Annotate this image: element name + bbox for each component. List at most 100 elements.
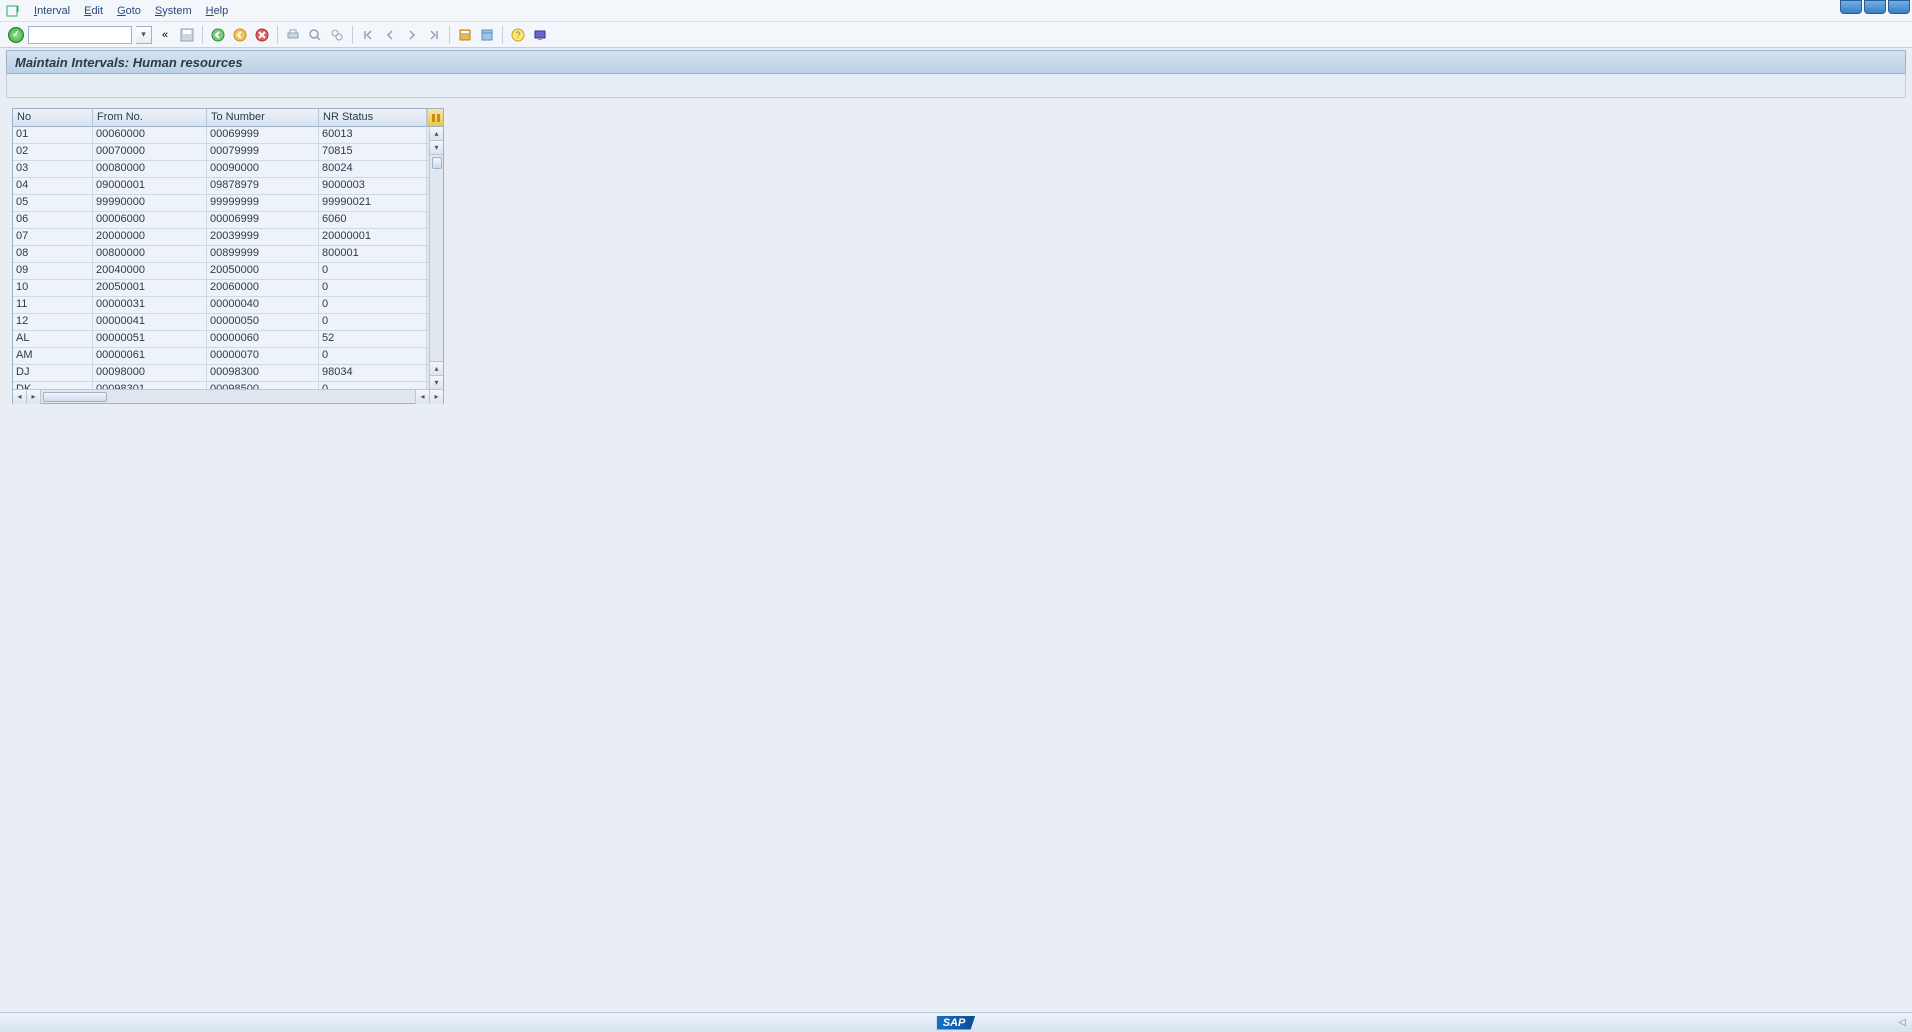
hscroll-right2-icon[interactable]: ▸	[429, 390, 443, 404]
hscroll-left2-icon[interactable]: ◂	[415, 390, 429, 404]
cell-from-no[interactable]: 00000041	[93, 314, 207, 330]
cell-from-no[interactable]: 00800000	[93, 246, 207, 262]
table-row[interactable]: 03000800000009000080024	[13, 161, 429, 178]
cell-to-number[interactable]: 20050000	[207, 263, 319, 279]
vertical-scrollbar[interactable]: ▴ ▾ ▴ ▾	[429, 127, 443, 389]
table-row[interactable]: 0920040000200500000	[13, 263, 429, 280]
table-row[interactable]: 01000600000006999960013	[13, 127, 429, 144]
cell-to-number[interactable]: 00098300	[207, 365, 319, 381]
print-icon[interactable]	[284, 26, 302, 44]
column-header-to[interactable]: To Number	[207, 109, 319, 126]
scroll-thumb[interactable]	[432, 157, 442, 169]
table-row[interactable]: 02000700000007999970815	[13, 144, 429, 161]
hscroll-left-icon[interactable]: ◂	[13, 390, 27, 404]
cell-no[interactable]: 07	[13, 229, 93, 245]
cell-to-number[interactable]: 00000040	[207, 297, 319, 313]
cell-from-no[interactable]: 00080000	[93, 161, 207, 177]
exit-icon[interactable]	[231, 26, 249, 44]
cell-from-no[interactable]: 00060000	[93, 127, 207, 143]
cell-no[interactable]: 09	[13, 263, 93, 279]
cell-from-no[interactable]: 09000001	[93, 178, 207, 194]
cell-nr-status[interactable]: 0	[319, 314, 427, 330]
cell-from-no[interactable]: 00000051	[93, 331, 207, 347]
history-collapse-icon[interactable]: «	[156, 26, 174, 44]
cell-nr-status[interactable]: 99990021	[319, 195, 427, 211]
cell-no[interactable]: AM	[13, 348, 93, 364]
cell-nr-status[interactable]: 0	[319, 297, 427, 313]
cell-nr-status[interactable]: 800001	[319, 246, 427, 262]
table-row[interactable]: 1020050001200600000	[13, 280, 429, 297]
cell-no[interactable]: 11	[13, 297, 93, 313]
cell-to-number[interactable]: 00000050	[207, 314, 319, 330]
cell-to-number[interactable]: 00000060	[207, 331, 319, 347]
table-row[interactable]: 0600006000000069996060	[13, 212, 429, 229]
last-page-icon[interactable]	[425, 26, 443, 44]
status-expand-icon[interactable]: ◁	[1898, 1017, 1906, 1028]
cell-from-no[interactable]: 00098301	[93, 382, 207, 389]
table-config-icon[interactable]	[427, 109, 443, 126]
horizontal-scrollbar[interactable]: ◂ ▸ ◂ ▸	[13, 389, 443, 403]
cell-no[interactable]: DK	[13, 382, 93, 389]
table-row[interactable]: 080080000000899999800001	[13, 246, 429, 263]
cell-from-no[interactable]: 00070000	[93, 144, 207, 160]
cell-no[interactable]: 04	[13, 178, 93, 194]
cell-no[interactable]: DJ	[13, 365, 93, 381]
table-row[interactable]: 1200000041000000500	[13, 314, 429, 331]
cell-to-number[interactable]: 99999999	[207, 195, 319, 211]
cell-from-no[interactable]: 00000031	[93, 297, 207, 313]
close-window-button[interactable]	[1888, 0, 1910, 14]
command-field[interactable]	[28, 26, 132, 44]
cell-no[interactable]: 03	[13, 161, 93, 177]
menu-goto[interactable]: Goto	[117, 5, 141, 17]
menu-system[interactable]: System	[155, 5, 192, 17]
table-row[interactable]: DJ000980000009830098034	[13, 365, 429, 382]
cell-from-no[interactable]: 00098000	[93, 365, 207, 381]
cell-to-number[interactable]: 20060000	[207, 280, 319, 296]
local-layout-icon[interactable]	[531, 26, 549, 44]
column-header-from[interactable]: From No.	[93, 109, 207, 126]
cell-from-no[interactable]: 00000061	[93, 348, 207, 364]
scroll-down-icon[interactable]: ▾	[430, 141, 443, 155]
cell-nr-status[interactable]: 0	[319, 263, 427, 279]
hscroll-right-icon[interactable]: ▸	[27, 390, 41, 404]
table-row[interactable]: DK00098301000985000	[13, 382, 429, 389]
back-icon[interactable]	[209, 26, 227, 44]
cell-nr-status[interactable]: 52	[319, 331, 427, 347]
cell-nr-status[interactable]: 9000003	[319, 178, 427, 194]
cell-to-number[interactable]: 00079999	[207, 144, 319, 160]
cell-to-number[interactable]: 00098500	[207, 382, 319, 389]
cell-to-number[interactable]: 00899999	[207, 246, 319, 262]
cell-nr-status[interactable]: 0	[319, 382, 427, 389]
menu-interval[interactable]: Interval	[34, 5, 70, 17]
table-row[interactable]: 0409000001098789799000003	[13, 178, 429, 195]
cell-nr-status[interactable]: 6060	[319, 212, 427, 228]
table-row[interactable]: AM00000061000000700	[13, 348, 429, 365]
scroll-up2-icon[interactable]: ▴	[430, 361, 443, 375]
next-page-icon[interactable]	[403, 26, 421, 44]
help-icon[interactable]: ?	[509, 26, 527, 44]
cancel-icon[interactable]	[253, 26, 271, 44]
restore-button[interactable]	[1864, 0, 1886, 14]
cell-to-number[interactable]: 00000070	[207, 348, 319, 364]
enter-button[interactable]: ✓	[8, 27, 24, 43]
cell-no[interactable]: 10	[13, 280, 93, 296]
cell-nr-status[interactable]: 98034	[319, 365, 427, 381]
cell-nr-status[interactable]: 60013	[319, 127, 427, 143]
find-next-icon[interactable]	[328, 26, 346, 44]
cell-no[interactable]: 08	[13, 246, 93, 262]
cell-from-no[interactable]: 99990000	[93, 195, 207, 211]
menu-edit[interactable]: Edit	[84, 5, 103, 17]
command-dropdown[interactable]: ▾	[136, 26, 152, 44]
cell-from-no[interactable]: 20050001	[93, 280, 207, 296]
cell-nr-status[interactable]: 80024	[319, 161, 427, 177]
cell-nr-status[interactable]: 70815	[319, 144, 427, 160]
cell-no[interactable]: 02	[13, 144, 93, 160]
table-row[interactable]: 05999900009999999999990021	[13, 195, 429, 212]
cell-nr-status[interactable]: 0	[319, 348, 427, 364]
layout-icon[interactable]	[478, 26, 496, 44]
cell-to-number[interactable]: 09878979	[207, 178, 319, 194]
cell-to-number[interactable]: 00090000	[207, 161, 319, 177]
cell-no[interactable]: AL	[13, 331, 93, 347]
find-icon[interactable]	[306, 26, 324, 44]
cell-no[interactable]: 06	[13, 212, 93, 228]
